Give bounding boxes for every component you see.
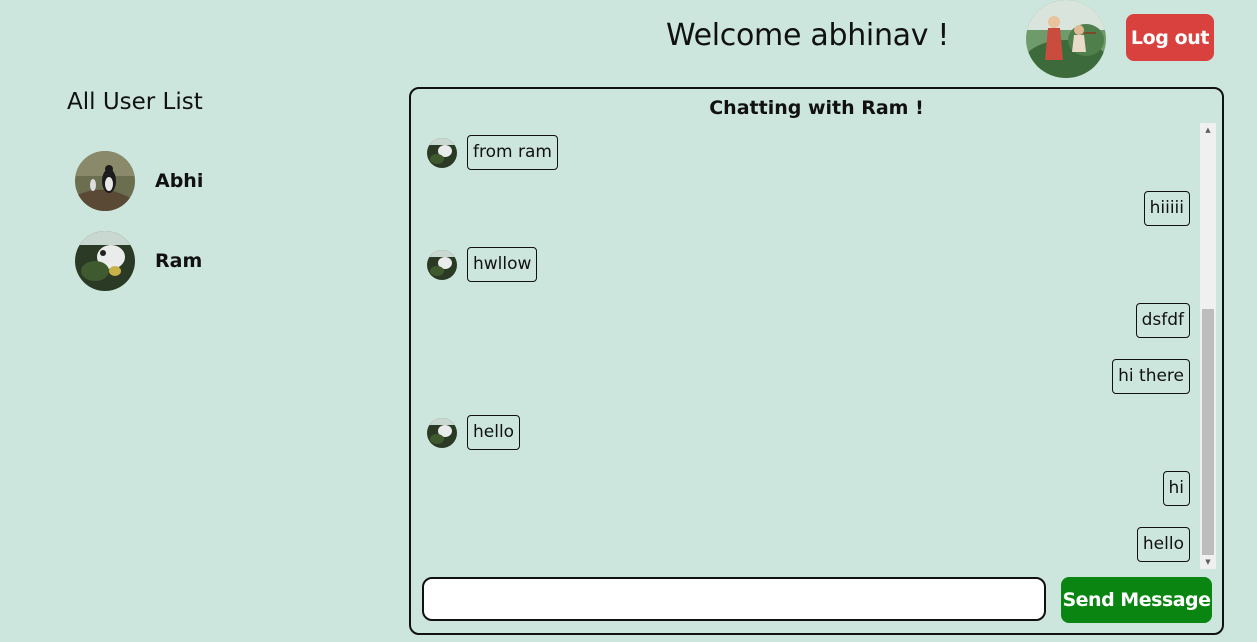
scroll-up-arrow-icon[interactable]: ▲	[1200, 123, 1216, 137]
message-input[interactable]	[422, 577, 1046, 621]
chat-title: Chatting with Ram !	[709, 97, 924, 119]
message-bubble: dsfdf	[1135, 303, 1190, 338]
outgoing-message: hello	[1136, 527, 1190, 562]
outgoing-message: hi	[1162, 471, 1190, 506]
sender-avatar	[427, 417, 457, 448]
message-bubble: hwllow	[467, 247, 538, 282]
send-message-button[interactable]: Send Message	[1061, 577, 1212, 623]
message-bubble: from ram	[467, 135, 558, 170]
logout-button[interactable]: Log out	[1126, 14, 1214, 61]
incoming-message: from ram	[427, 135, 558, 170]
user-avatar	[75, 151, 135, 211]
outgoing-message: hi there	[1112, 359, 1190, 394]
message-bubble: hello	[1136, 527, 1190, 562]
user-name: Abhi	[155, 170, 204, 192]
incoming-message: hwllow	[427, 247, 538, 282]
user-item-abhi[interactable]: Abhi	[75, 151, 335, 211]
current-user-avatar[interactable]	[1026, 0, 1106, 78]
scrollbar-thumb[interactable]	[1202, 309, 1214, 555]
message-bubble: hiiiii	[1143, 191, 1190, 226]
message-bubble: hi there	[1112, 359, 1190, 394]
message-list[interactable]: from ram hiiiii hwllow dsfdf hi there he…	[421, 123, 1199, 569]
message-bubble: hi	[1162, 471, 1190, 506]
welcome-title: Welcome abhinav !	[666, 18, 950, 53]
user-list-title: All User List	[67, 89, 203, 115]
incoming-message: hello	[427, 415, 521, 450]
message-scrollbar[interactable]: ▲ ▼	[1200, 123, 1216, 569]
sender-avatar	[427, 137, 457, 168]
message-bubble: hello	[467, 415, 521, 450]
user-avatar	[75, 231, 135, 291]
outgoing-message: hiiiii	[1143, 191, 1190, 226]
chat-panel: Chatting with Ram ! from ram hiiiii hwll…	[409, 87, 1224, 635]
outgoing-message: dsfdf	[1135, 303, 1190, 338]
user-name: Ram	[155, 250, 203, 272]
scroll-down-arrow-icon[interactable]: ▼	[1200, 555, 1216, 569]
user-item-ram[interactable]: Ram	[75, 231, 335, 291]
sender-avatar	[427, 249, 457, 280]
